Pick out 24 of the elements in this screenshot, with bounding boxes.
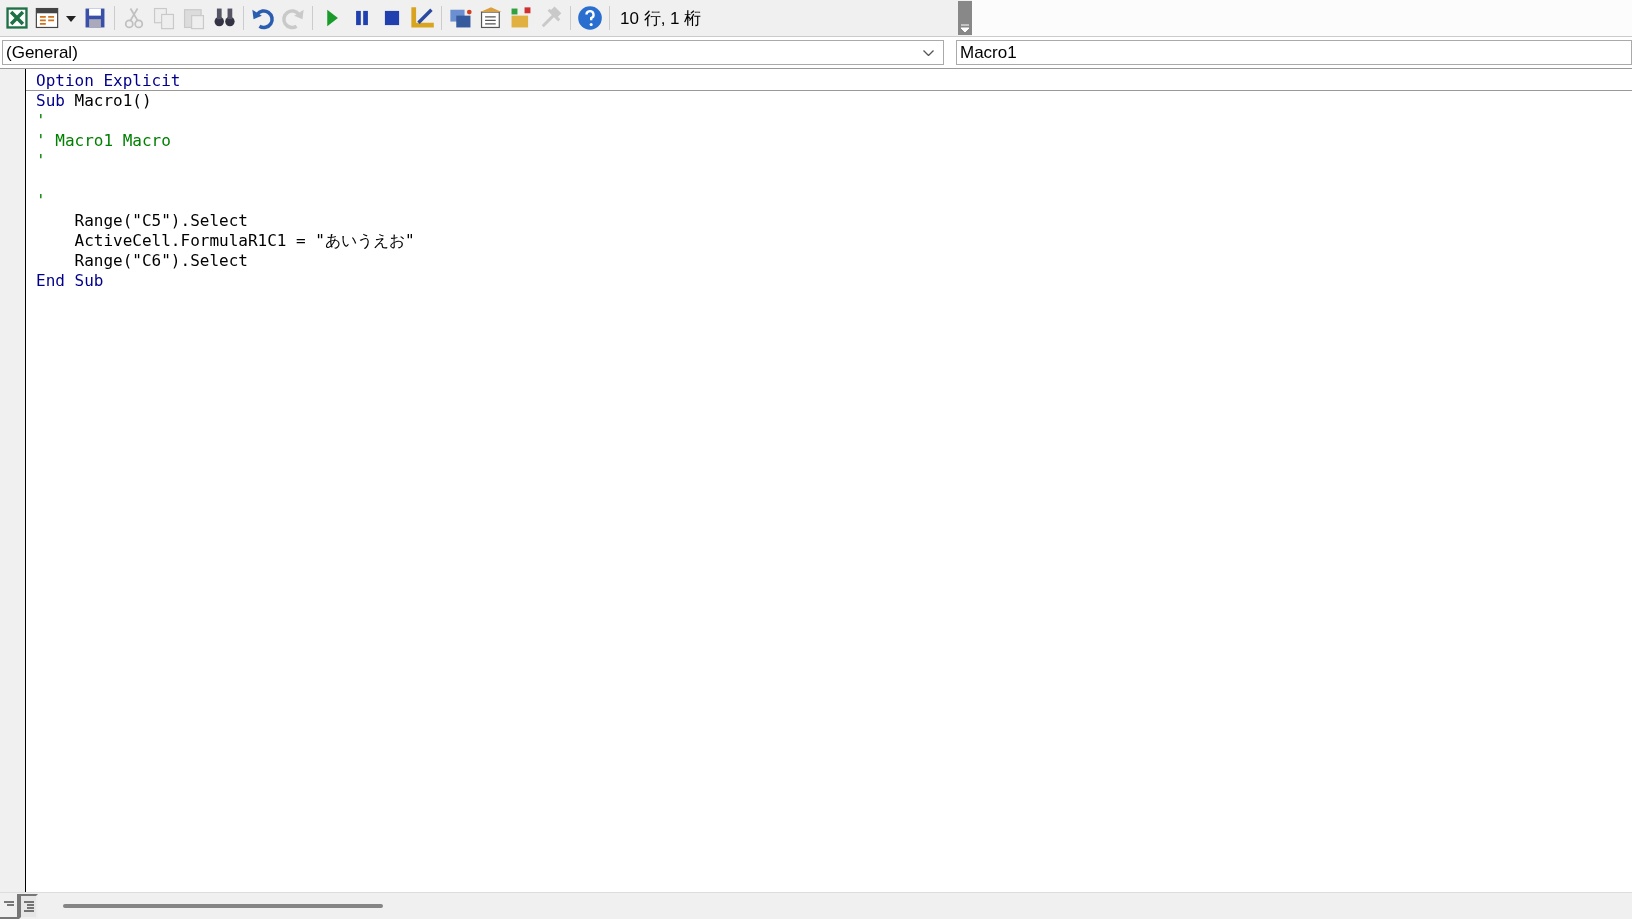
object-dropdown[interactable]: (General) xyxy=(2,40,944,65)
code-keyword: End Sub xyxy=(36,271,104,290)
code-comment: ' xyxy=(36,191,46,210)
lines-icon xyxy=(22,900,35,912)
code-comment: ' xyxy=(36,151,46,170)
code-text: Range("C6").Select xyxy=(73,251,248,270)
excel-icon[interactable] xyxy=(4,5,30,31)
toolbar-options-button[interactable] xyxy=(958,1,972,35)
chevron-down-icon xyxy=(923,49,934,56)
menu-chevron-icon xyxy=(960,24,970,33)
form-icon[interactable] xyxy=(34,5,60,31)
cursor-position: 10 行, 1 桁 xyxy=(620,7,702,30)
code-text: Macro1() xyxy=(73,91,152,110)
code-keyword: Sub xyxy=(36,91,65,110)
code-text: ActiveCell.FormulaR1C1 = "あいうえお" xyxy=(73,231,415,250)
full-module-view-button[interactable] xyxy=(19,893,38,919)
code-keyword: Option Explicit xyxy=(36,71,181,90)
code-comment: ' Macro1 Macro xyxy=(36,131,171,150)
procedure-view-button[interactable] xyxy=(0,893,19,919)
horizontal-scrollbar[interactable] xyxy=(63,904,383,908)
code-comment: ' xyxy=(36,111,46,130)
help-icon[interactable] xyxy=(577,5,603,31)
procedure-dropdown[interactable]: Macro1 xyxy=(956,40,1632,65)
code-text: Range("C5").Select xyxy=(73,211,248,230)
